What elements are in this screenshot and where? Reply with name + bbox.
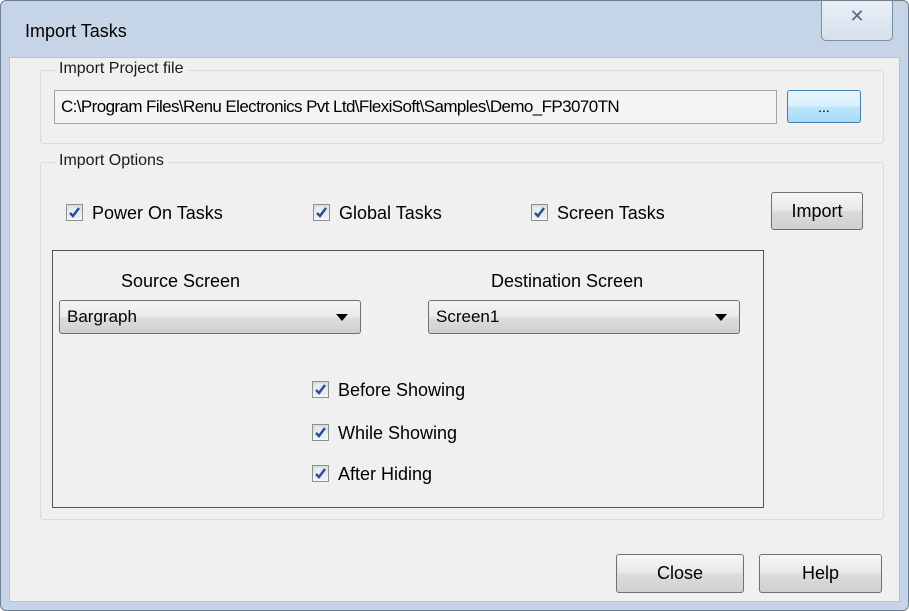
title-bar[interactable]: Import Tasks ✕ [1, 1, 908, 57]
project-path-field[interactable]: C:\Program Files\Renu Electronics Pvt Lt… [54, 90, 777, 124]
before-showing-label: Before Showing [338, 380, 466, 400]
import-project-file-label: Import Project file [55, 60, 188, 78]
checkbox-check-icon [313, 204, 330, 221]
after-hiding-label: After Hiding [338, 464, 433, 484]
screen-mapping-panel: Source Screen Destination Screen Bargrap… [52, 250, 764, 508]
chevron-down-icon [336, 314, 348, 321]
screen-tasks-label: Screen Tasks [557, 203, 665, 223]
global-tasks-label: Global Tasks [339, 203, 442, 223]
checkbox-check-icon [312, 465, 329, 482]
checkbox-check-icon [312, 381, 329, 398]
close-icon: ✕ [849, 6, 865, 26]
close-window-button[interactable]: ✕ [821, 1, 893, 41]
destination-screen-label: Destination Screen [491, 271, 644, 291]
checkbox-check-icon [312, 424, 329, 441]
close-button[interactable]: Close [616, 554, 744, 593]
import-options-label: Import Options [55, 152, 168, 170]
dialog-client-area: Import Project file C:\Program Files\Ren… [9, 57, 900, 602]
checkbox-check-icon [531, 204, 548, 221]
destination-screen-value: Screen1 [436, 307, 500, 326]
while-showing-label: While Showing [338, 423, 458, 443]
power-on-tasks-label: Power On Tasks [92, 203, 223, 223]
source-screen-value: Bargraph [67, 307, 137, 326]
help-button[interactable]: Help [759, 554, 882, 593]
browse-button[interactable]: ... [787, 90, 861, 123]
source-screen-label: Source Screen [121, 271, 241, 291]
destination-screen-dropdown[interactable]: Screen1 [428, 300, 740, 334]
dialog-title: Import Tasks [25, 21, 127, 41]
import-button[interactable]: Import [771, 192, 863, 230]
chevron-down-icon [715, 314, 727, 321]
import-tasks-dialog: Import Tasks ✕ Import Project file C:\Pr… [0, 0, 909, 611]
import-project-file-group: Import Project file C:\Program Files\Ren… [40, 60, 884, 144]
checkbox-check-icon [66, 204, 83, 221]
source-screen-dropdown[interactable]: Bargraph [59, 300, 361, 334]
